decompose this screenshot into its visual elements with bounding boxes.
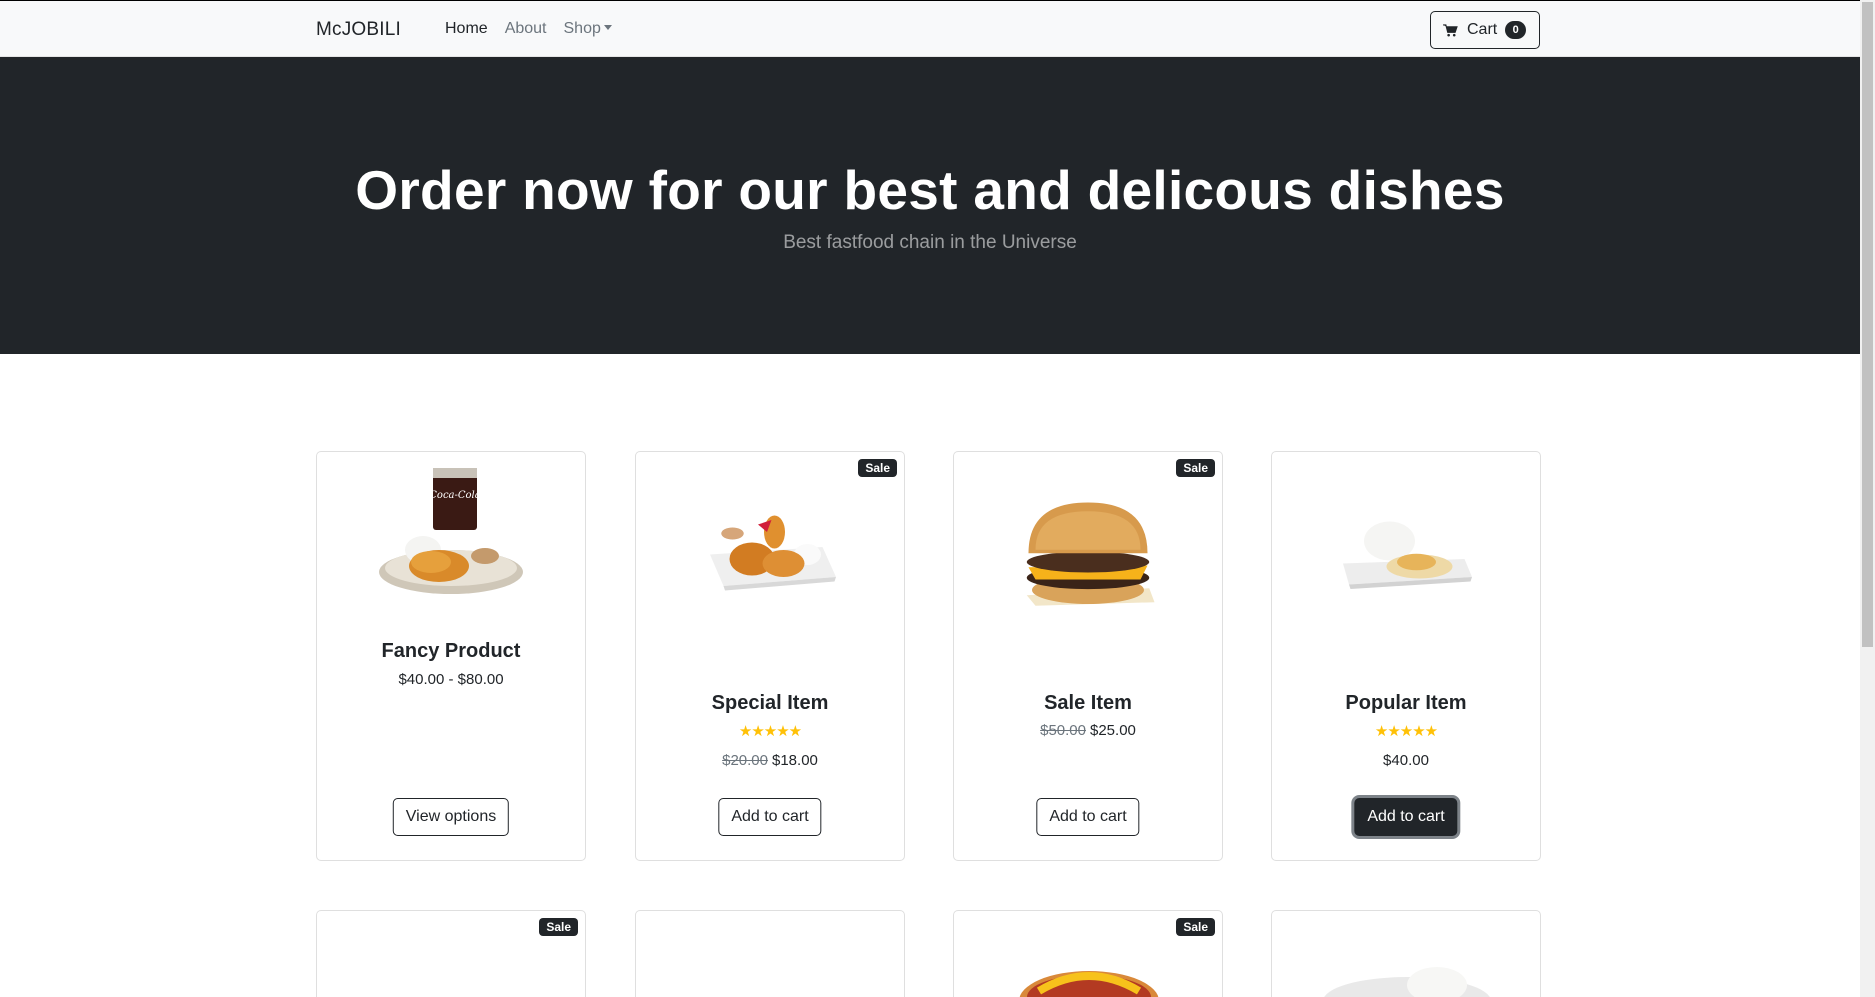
hero-banner: Order now for our best and delicous dish… — [0, 57, 1860, 354]
product-price-block: $50.00 $25.00 — [954, 722, 1222, 739]
product-card-row2-2 — [635, 910, 905, 997]
caret-down-icon — [603, 25, 612, 30]
sale-badge: Sale — [1176, 459, 1215, 477]
add-to-cart-button[interactable]: Add to cart — [1036, 798, 1140, 836]
nav-link-about[interactable]: About — [505, 20, 547, 38]
cart-button[interactable]: Cart 0 — [1430, 11, 1540, 49]
product-image-fried-chicken — [710, 515, 836, 591]
product-card-sale: Sale Sale Item $50.00 $25.00 Add to cart — [953, 451, 1223, 861]
product-card-row2-4 — [1271, 910, 1541, 997]
top-navbar: McJOBILI Home About Shop Cart 0 — [0, 0, 1860, 57]
hero-subtitle: Best fastfood chain in the Universe — [783, 232, 1077, 253]
product-name: Sale Item — [1044, 692, 1132, 714]
product-card-popular: Popular Item ★★★★★ $40.00 Add to cart — [1271, 451, 1541, 861]
sale-price: $18.00 — [772, 752, 818, 769]
cart-icon — [1443, 23, 1458, 36]
sale-price: $25.00 — [1090, 722, 1136, 739]
product-name: Popular Item — [1345, 692, 1467, 714]
scrollbar-thumb[interactable] — [1862, 2, 1873, 647]
nav-link-home[interactable]: Home — [445, 20, 488, 38]
sale-badge: Sale — [539, 918, 578, 936]
rating-stars: ★★★★★ — [738, 723, 802, 740]
view-options-button[interactable]: View options — [392, 798, 510, 836]
rating-stars: ★★★★★ — [1374, 723, 1438, 740]
cart-count-badge: 0 — [1505, 21, 1527, 39]
sale-badge: Sale — [858, 459, 897, 477]
cart-label: Cart — [1467, 21, 1498, 38]
product-price: $40.00 — [1383, 752, 1429, 769]
product-name: Fancy Product — [381, 640, 521, 662]
product-price: $40.00 - $80.00 — [398, 671, 504, 688]
hero-title: Order now for our best and delicous dish… — [355, 159, 1505, 221]
product-image-hotdog — [1019, 971, 1159, 997]
main-nav: Home About Shop — [445, 20, 612, 38]
product-image-cheeseburger — [1026, 502, 1155, 606]
nav-dropdown-shop[interactable]: Shop — [564, 20, 612, 38]
sale-badge: Sale — [1176, 918, 1215, 936]
product-card-row2-1: Sale — [316, 910, 586, 997]
old-price: $20.00 — [722, 752, 768, 769]
add-to-cart-button[interactable]: Add to cart — [718, 798, 822, 836]
product-card-special: Sale Special Item ★★★★★ $20.00 $18.00 Add… — [635, 451, 905, 861]
brand-logo[interactable]: McJOBILI — [316, 19, 401, 41]
svg-text:Coca-Cola: Coca-Cola — [429, 490, 480, 501]
product-card-fancy: Coca-Cola Fancy Product $40.00 - $80.00 … — [316, 451, 586, 861]
add-to-cart-button[interactable]: Add to cart — [1354, 798, 1458, 836]
product-card-row2-3: Sale — [953, 910, 1223, 997]
page-scrollbar[interactable] — [1860, 0, 1875, 997]
product-price-block: $20.00 $18.00 — [636, 752, 904, 769]
nav-dropdown-shop-label: Shop — [563, 20, 601, 37]
product-image-rice-plate — [1324, 967, 1490, 997]
product-image-chicken-meal: Coca-Cola — [379, 468, 523, 594]
old-price: $50.00 — [1040, 722, 1086, 739]
product-name: Special Item — [711, 692, 829, 714]
product-image-chicken-rice — [1343, 521, 1472, 589]
